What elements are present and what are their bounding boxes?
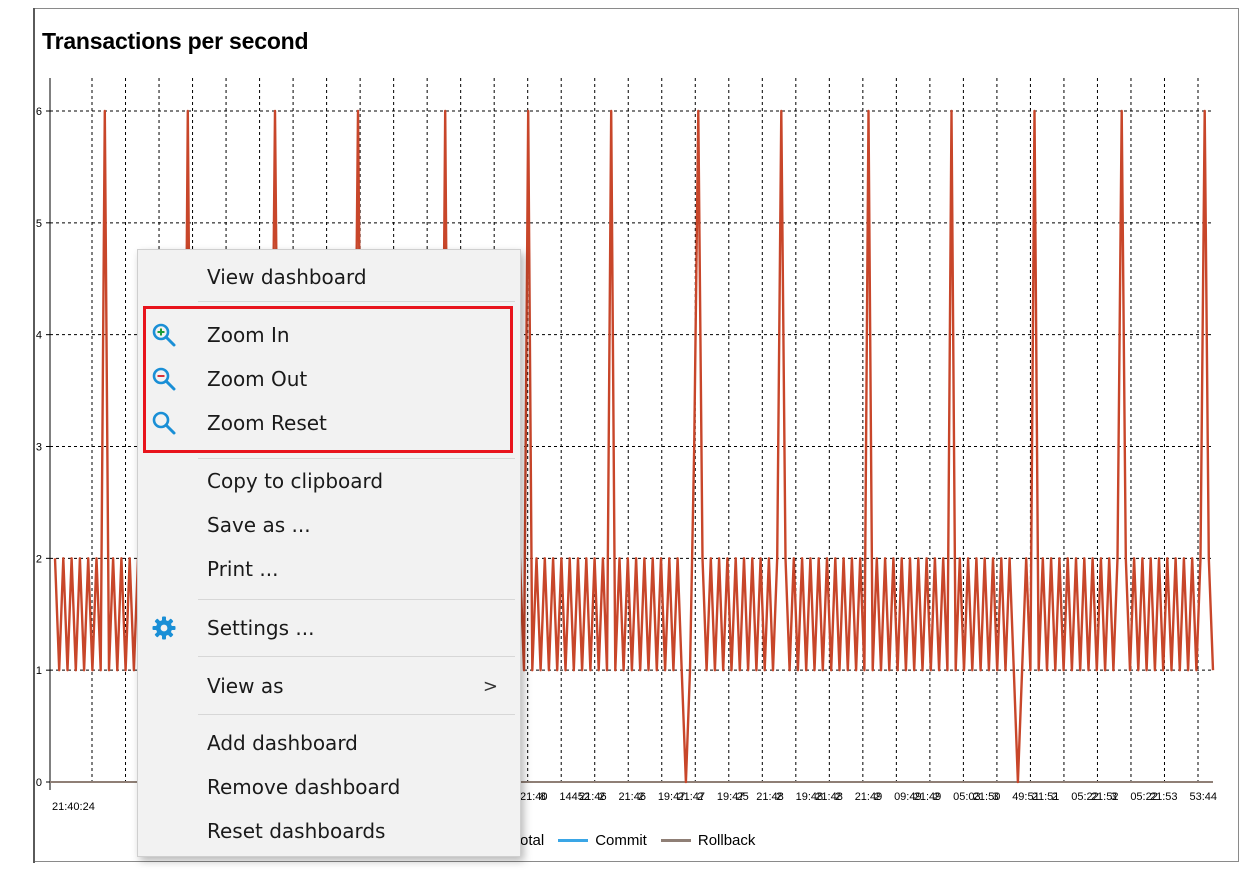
chevron-right-icon: >: [482, 675, 498, 697]
x-tick-label: 25: [737, 791, 749, 803]
x-tick-label: 2: [835, 791, 841, 803]
menu-label-settings: Settings ...: [207, 616, 315, 640]
y-tick-label: 1: [36, 665, 42, 677]
menu-label-reset-dashboards: Reset dashboards: [207, 819, 386, 843]
menu-label-view-as: View as: [207, 674, 284, 698]
legend-label-total: otal: [520, 832, 545, 849]
legend-item-rollback[interactable]: Rollback: [660, 832, 756, 849]
menu-separator: [198, 599, 515, 600]
menu-separator: [198, 714, 515, 715]
x-tick-label: 2: [697, 791, 703, 803]
legend-item-total[interactable]: otal: [520, 832, 544, 849]
gear-icon: [150, 614, 178, 642]
legend-swatch-commit: [558, 839, 589, 842]
x-tick-label: 3: [1111, 791, 1117, 803]
legend-label-commit: Commit: [595, 832, 647, 849]
dashboard-stage: 0123456 21:40:24 21:40 8 14452 21:46 2 21:46 2 1…: [0, 0, 1239, 870]
menu-separator: [198, 301, 515, 302]
zoom-group-highlight: [143, 306, 513, 453]
x-tick-label: 2: [933, 791, 939, 803]
menu-item-add-dashboard[interactable]: Add dashboard: [138, 723, 520, 763]
x-tick-label: 8: [540, 791, 546, 803]
menu-separator: [198, 458, 515, 459]
x-tick-label: 21:40:24: [52, 801, 95, 813]
x-tick-label: 2: [874, 791, 880, 803]
x-tick-label: 2: [1052, 791, 1058, 803]
menu-label-save-as: Save as ...: [207, 513, 311, 537]
menu-label-remove-dashboard: Remove dashboard: [207, 775, 401, 799]
x-tick-label: 53:44: [1189, 791, 1217, 803]
menu-item-view-as[interactable]: View as >: [138, 666, 520, 706]
x-tick-label: 2: [599, 791, 605, 803]
chart-legend: otal Commit Rollback: [520, 832, 769, 849]
x-tick-label: 3: [993, 791, 999, 803]
menu-label-add-dashboard: Add dashboard: [207, 731, 358, 755]
legend-swatch-rollback: [660, 839, 691, 842]
y-tick-label: 3: [36, 442, 42, 454]
legend-label-rollback: Rollback: [697, 832, 756, 849]
menu-separator: [198, 656, 515, 657]
y-tick-label: 5: [36, 218, 42, 230]
menu-item-view-dashboard[interactable]: View dashboard: [138, 257, 520, 297]
menu-item-copy-to-clipboard[interactable]: Copy to clipboard: [138, 461, 520, 501]
x-tick-label: 21:53: [1150, 791, 1178, 803]
menu-label-view-dashboard: View dashboard: [207, 265, 367, 289]
menu-label-copy-to-clipboard: Copy to clipboard: [207, 469, 384, 493]
menu-item-remove-dashboard[interactable]: Remove dashboard: [138, 767, 520, 807]
menu-item-save-as[interactable]: Save as ...: [138, 505, 520, 545]
legend-item-commit[interactable]: Commit: [558, 832, 647, 849]
menu-item-print[interactable]: Print ...: [138, 549, 520, 589]
y-tick-label: 2: [36, 553, 42, 565]
menu-label-print: Print ...: [207, 557, 279, 581]
chart-title: Transactions per second: [42, 28, 309, 54]
y-tick-label: 4: [36, 330, 42, 342]
y-tick-label: 6: [36, 106, 42, 118]
x-tick-label: 2: [638, 791, 644, 803]
menu-item-reset-dashboards[interactable]: Reset dashboards: [138, 811, 520, 851]
y-tick-label: 0: [36, 777, 42, 789]
x-tick-label: 2: [776, 791, 782, 803]
menu-item-settings[interactable]: Settings ...: [138, 608, 520, 648]
